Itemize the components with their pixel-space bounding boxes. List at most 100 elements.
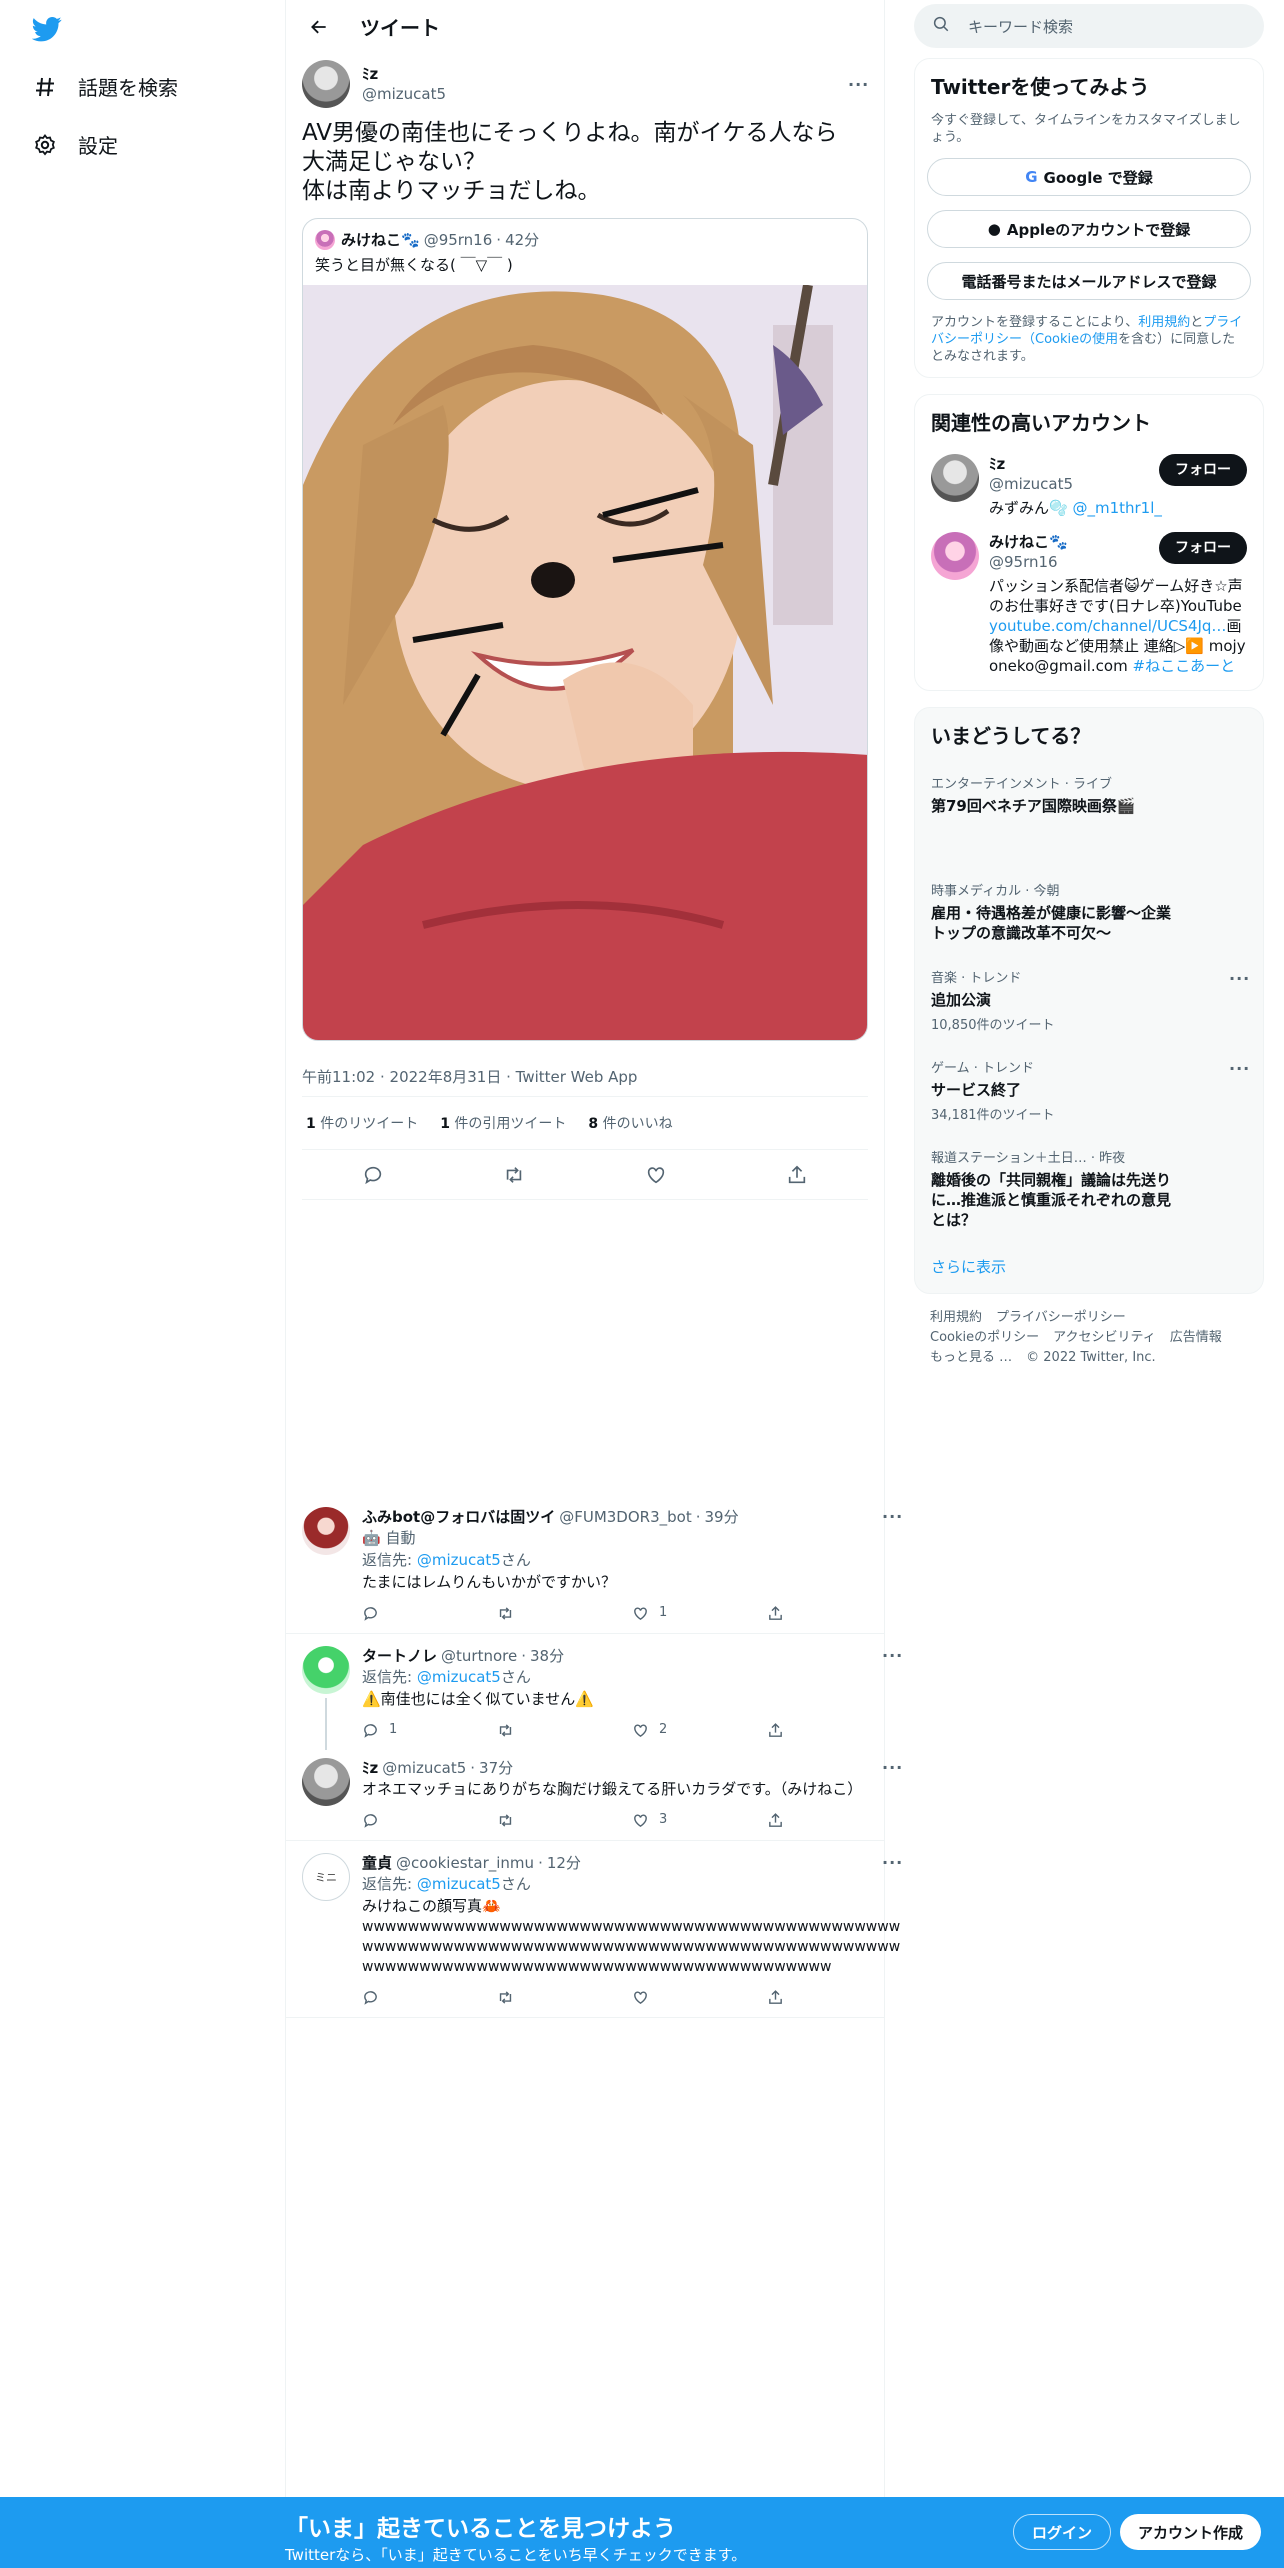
likes-stat[interactable]: 8 件のいいね [588,1113,672,1133]
more-icon[interactable]: ··· [1229,1059,1249,1078]
show-more-link[interactable]: さらに表示 [915,1242,1263,1293]
related-account[interactable]: みけねこ🐾 @95rn16 フォロー パッション系配信者😺ゲーム好き☆声のお仕事… [915,526,1263,676]
follow-button[interactable]: フォロー [1159,454,1247,486]
nav-explore[interactable]: 話題を検索 [32,72,178,101]
retweet-icon[interactable] [497,1605,632,1622]
tweet-meta: 午前11:02 · 2022年8月31日 · Twitter Web App [302,1057,868,1097]
trend-item[interactable]: 報道ステーション＋土日… · 昨夜 離婚後の「共同親権」議論は先送りに…推進派と… [915,1135,1263,1242]
reply-handle[interactable]: @FUM3DOR3_bot [559,1506,692,1528]
reply-tweet[interactable]: ふみbot@フォロバは固ツイ @FUM3DOR3_bot · 39分 ··· 🤖… [286,1495,902,1634]
trend-item[interactable]: ゲーム · トレンド サービス終了 34,181件のツイート ··· [915,1045,1263,1135]
avatar[interactable] [302,1507,350,1555]
reply-handle[interactable]: @turtnore [441,1645,517,1667]
apple-signup-button[interactable]: ● Appleのアカウントで登録 [927,210,1251,248]
footer-link[interactable]: Cookieのポリシー [930,1330,1039,1345]
more-icon[interactable]: ··· [882,1852,902,1874]
terms-link[interactable]: 利用規約 [1138,315,1190,330]
author-name[interactable]: ﾐz [362,64,848,84]
quotes-stat[interactable]: 1 件の引用ツイート [440,1113,566,1133]
replying-to-link[interactable]: @mizucat5 [417,1668,501,1686]
google-signup-button[interactable]: G Google で登録 [927,158,1251,196]
back-arrow-icon[interactable] [302,10,336,44]
nav-settings[interactable]: 設定 [32,130,118,159]
reply-icon[interactable] [362,1605,497,1622]
account-name[interactable]: ﾐz [989,454,1159,474]
more-icon[interactable]: ··· [882,1645,902,1667]
twitter-logo-icon[interactable] [31,14,62,44]
footer-link[interactable]: もっと見る … [930,1350,1012,1365]
reply-name[interactable]: ふみbot@フォロバは固ツイ [362,1506,555,1528]
more-icon[interactable]: ··· [1229,969,1249,988]
share-icon[interactable] [780,1158,814,1192]
replying-to: 返信先: @mizucat5さん [362,1666,902,1688]
account-name[interactable]: みけねこ🐾 [989,532,1159,552]
show-more-label[interactable]: さらに表示 [931,1258,1006,1276]
reply-time[interactable]: 38分 [530,1645,564,1667]
reply-time[interactable]: 39分 [705,1506,739,1528]
account-handle[interactable]: @95rn16 [989,552,1159,572]
signup-button[interactable]: アカウント作成 [1120,2514,1262,2550]
footer-link[interactable]: 利用規約 [930,1310,982,1325]
footer-link[interactable]: プライバシーポリシー [996,1310,1126,1325]
reply-handle[interactable]: @mizucat5 [382,1757,466,1779]
share-icon[interactable] [767,1605,902,1622]
replying-to-link[interactable]: @mizucat5 [417,1551,501,1569]
reply-tweet[interactable]: ﾐz @mizucat5 · 37分 ··· オネエマッチョにありがちな胸だけ鍛… [286,1750,902,1841]
phone-signup-button[interactable]: 電話番号またはメールアドレスで登録 [927,262,1251,300]
footer-link[interactable]: 広告情報 [1170,1330,1222,1345]
reply-tweet[interactable]: ミニ 童貞 @cookiestar_inmu · 12分 ··· 返信先: @m… [286,1841,902,2018]
like-icon[interactable]: 3 [632,1809,767,1831]
like-icon[interactable] [632,1989,767,2006]
bio-link[interactable]: @_m1thr1l_ [1072,499,1161,517]
reply-time[interactable]: 37分 [479,1757,513,1779]
reply-icon[interactable] [356,1158,390,1192]
reply-handle[interactable]: @cookiestar_inmu [396,1852,534,1874]
follow-button[interactable]: フォロー [1159,532,1247,564]
trend-item[interactable]: 音楽 · トレンド 追加公演 10,850件のツイート ··· [915,955,1263,1045]
more-icon[interactable]: ··· [882,1757,902,1779]
avatar[interactable] [302,1758,350,1806]
share-icon[interactable] [767,1989,902,2006]
search-input[interactable]: キーワード検索 [914,4,1264,48]
author-handle[interactable]: @mizucat5 [362,84,848,104]
retweet-icon[interactable] [497,1989,632,2006]
account-handle[interactable]: @mizucat5 [989,474,1159,494]
more-icon[interactable]: ··· [848,75,868,94]
more-icon[interactable]: ··· [882,1506,902,1528]
trend-item[interactable]: エンターテインメント · ライブ 第79回ベネチア国際映画祭🎬 [915,761,1263,868]
reply-icon[interactable] [362,1989,497,2006]
share-icon[interactable] [767,1812,902,1829]
reply-name[interactable]: ﾐz [362,1757,378,1779]
quoted-photo[interactable] [303,285,867,1040]
like-icon[interactable] [639,1158,673,1192]
reply-time[interactable]: 12分 [547,1852,581,1874]
replying-to-link[interactable]: @mizucat5 [417,1875,501,1893]
retweets-stat[interactable]: 1 件のリツイート [306,1113,418,1133]
share-icon[interactable] [767,1722,902,1739]
reply-name[interactable]: タートノレ [362,1645,437,1667]
trend-item[interactable]: 時事メディカル · 今朝 雇用・待遇格差が健康に影響～企業トップの意識改革不可欠… [915,868,1263,955]
reply-tweet[interactable]: タートノレ @turtnore · 38分 ··· 返信先: @mizucat5… [286,1634,902,1750]
reply-icon[interactable] [362,1812,497,1829]
trend-title: 離婚後の「共同親権」議論は先送りに…推進派と慎重派それぞれの意見とは？ [931,1171,1172,1229]
tweet-line: 体は南よりマッチョだしね。 [302,178,601,204]
like-icon[interactable]: 2 [632,1719,767,1741]
banner-title: 「いま」起きていることを見つけよう [285,2516,676,2542]
avatar[interactable]: ミニ [302,1853,350,1901]
avatar[interactable] [931,454,979,502]
related-account[interactable]: ﾐz @mizucat5 フォロー みずみん🫧 @_m1thr1l_ [915,448,1263,526]
retweet-icon[interactable] [497,1812,632,1829]
like-icon[interactable]: 1 [632,1602,767,1624]
avatar[interactable] [302,1646,350,1694]
footer-link[interactable]: アクセシビリティ [1053,1330,1156,1345]
bio-hashtag[interactable]: #ねここあーと [1133,657,1236,675]
avatar[interactable] [302,60,350,108]
reply-icon[interactable]: 1 [362,1719,497,1741]
quoted-tweet[interactable]: みけねこ🐾 @95rn16 · 42分 笑うと目が無くなる( ￣▽￣ ) [302,218,868,1041]
login-button[interactable]: ログイン [1013,2514,1112,2550]
retweet-icon[interactable] [497,1722,632,1739]
avatar[interactable] [931,532,979,580]
retweet-icon[interactable] [497,1158,531,1192]
bio-link[interactable]: youtube.com/channel/UCS4Jq… [989,617,1226,635]
reply-name[interactable]: 童貞 [362,1852,392,1874]
